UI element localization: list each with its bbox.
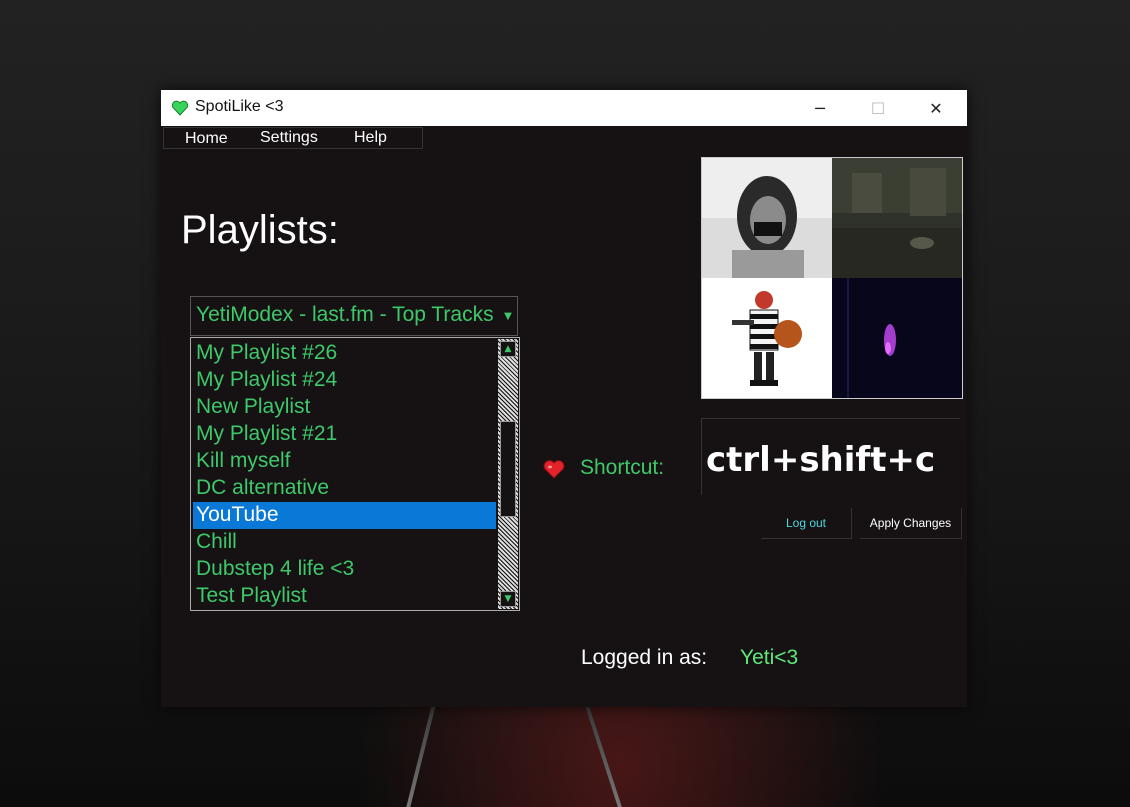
album-art-1: [702, 158, 832, 278]
logout-button[interactable]: Log out: [761, 508, 852, 539]
app-window: SpotiLike <3 ─ ☐ ✕ Home Settings Help Pl…: [161, 90, 967, 707]
rail-right: [582, 697, 622, 807]
close-button[interactable]: ✕: [907, 90, 965, 126]
playlist-list[interactable]: My Playlist #26 My Playlist #24 New Play…: [190, 337, 520, 611]
list-item[interactable]: My Playlist #24: [193, 367, 496, 394]
logged-in-label: Logged in as:: [581, 646, 708, 669]
list-item[interactable]: Dubstep 4 life <3: [193, 556, 496, 583]
page-title: Playlists:: [181, 208, 339, 252]
red-heart-icon: [543, 460, 565, 479]
green-heart-icon: [171, 100, 189, 116]
menu-help[interactable]: Help: [354, 129, 387, 147]
menu-bar: Home Settings Help: [163, 127, 423, 149]
shortcut-label: Shortcut:: [580, 456, 665, 479]
shortcut-input[interactable]: ctrl+shift+c: [701, 418, 960, 495]
list-item[interactable]: Chill: [193, 529, 496, 556]
menu-settings[interactable]: Settings: [260, 129, 318, 147]
shortcut-value: ctrl+shift+c: [706, 440, 936, 480]
list-item[interactable]: DC alternative: [193, 475, 496, 502]
maximize-button[interactable]: ☐: [849, 90, 907, 126]
scrollbar-thumb[interactable]: [500, 421, 516, 517]
minimize-button[interactable]: ─: [791, 90, 849, 126]
album-art-3: [702, 278, 832, 398]
window-title: SpotiLike <3: [195, 98, 284, 115]
list-item-selected[interactable]: YouTube: [193, 502, 496, 529]
playlist-source-dropdown[interactable]: YetiModex - last.fm - Top Tracks ▼: [190, 296, 518, 336]
list-item[interactable]: Kill myself: [193, 448, 496, 475]
list-item[interactable]: My Playlist #26: [193, 340, 496, 367]
list-item[interactable]: Test Playlist: [193, 583, 496, 610]
scroll-down-icon[interactable]: ▼: [500, 591, 516, 607]
apply-changes-button[interactable]: Apply Changes: [860, 508, 962, 539]
list-item[interactable]: New Playlist: [193, 394, 496, 421]
album-art-2: [832, 158, 962, 278]
dropdown-value: YetiModex - last.fm - Top Tracks: [196, 303, 494, 326]
scroll-up-icon[interactable]: ▲: [500, 341, 516, 357]
title-bar: SpotiLike <3 ─ ☐ ✕: [161, 90, 967, 126]
rail-left: [406, 697, 438, 807]
album-art-4: [832, 278, 962, 398]
dropdown-arrow-icon[interactable]: ▼: [499, 297, 517, 335]
menu-home[interactable]: Home: [185, 130, 228, 148]
list-item[interactable]: My Playlist #21: [193, 421, 496, 448]
logged-in-username: Yeti<3: [740, 646, 799, 669]
album-art-grid: [701, 157, 963, 399]
playlist-scrollbar[interactable]: ▲ ▼: [498, 339, 518, 609]
